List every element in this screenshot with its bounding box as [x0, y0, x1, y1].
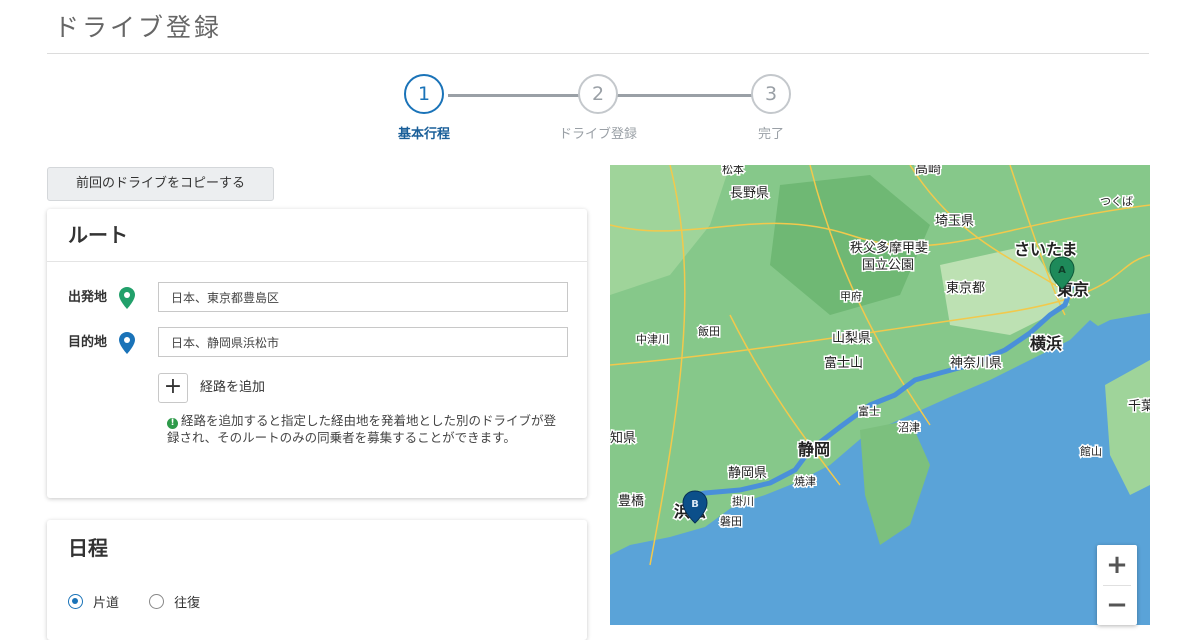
step-2: 2 ドライブ登録 — [548, 74, 648, 142]
map-label-national-park: 国立公園 — [862, 258, 914, 273]
map-label-saitama: さいたま — [1014, 240, 1078, 259]
origin-label: 出発地 — [68, 290, 108, 305]
step-1-number: 1 — [404, 74, 444, 114]
step-1: 1 基本行程 — [374, 74, 474, 142]
map-label-fujisan: 富士山 — [824, 355, 863, 371]
destination-row: 目的地 — [47, 327, 587, 359]
map-label-fuji: 富士 — [858, 404, 880, 418]
map-label-kanagawa: 神奈川県 — [950, 356, 1002, 371]
one-way-label[interactable]: 片道 — [93, 592, 119, 611]
trip-type-radio-group: 片道 往復 — [68, 592, 226, 611]
step-2-number: 2 — [578, 74, 618, 114]
route-title: ルート — [47, 209, 587, 262]
zoom-in-button[interactable]: + — [1097, 545, 1137, 585]
title-divider — [47, 53, 1149, 54]
map-label-kakegawa: 掛川 — [732, 494, 754, 508]
marker-b-label: B — [691, 499, 699, 510]
map-label-yokohama: 横浜 — [1030, 334, 1062, 353]
info-icon: ! — [167, 418, 178, 429]
step-3-label: 完了 — [757, 127, 784, 142]
map-label-nagano: 長野県 — [730, 186, 769, 201]
map-label-shizuoka-pref: 静岡県 — [728, 466, 767, 481]
step-3: 3 完了 — [721, 74, 821, 142]
map-label-saitama-pref: 埼玉県 — [935, 214, 974, 229]
map-label-yaizu: 焼津 — [794, 475, 816, 488]
map-label-tsukuba: つくば — [1100, 195, 1133, 208]
route-map[interactable]: 松本 高崎 長野県 埼玉県 つくば さいたま 秩父多摩甲斐 国立公園 東京都 東… — [610, 165, 1150, 625]
map-label-tokyo-to: 東京都 — [946, 280, 985, 296]
map-label-numazu: 沼津 — [898, 420, 920, 434]
zoom-out-button[interactable]: − — [1097, 585, 1137, 625]
map-label-matsumoto: 松本 — [722, 165, 744, 176]
origin-pin-icon — [119, 287, 135, 309]
step-1-label: 基本行程 — [397, 127, 450, 142]
map-label-shizuoka: 静岡 — [798, 440, 830, 459]
marker-a-label: A — [1058, 265, 1066, 276]
map-label-iwata: 磐田 — [720, 514, 742, 528]
map-label-kofu: 甲府 — [840, 289, 862, 303]
add-waypoint-label[interactable]: 経路を追加 — [200, 373, 400, 403]
map-label-takasaki: 高崎 — [915, 165, 941, 177]
page-title: ドライブ登録 — [54, 13, 223, 42]
schedule-card: 日程 片道 往復 — [47, 520, 587, 640]
map-canvas[interactable]: 松本 高崎 長野県 埼玉県 つくば さいたま 秩父多摩甲斐 国立公園 東京都 東… — [610, 165, 1150, 625]
map-label-tateyama: 館山 — [1080, 444, 1102, 458]
one-way-radio[interactable] — [68, 594, 83, 609]
copy-previous-drive-button[interactable]: 前回のドライブをコピーする — [47, 167, 274, 201]
step-2-label: ドライブ登録 — [558, 127, 637, 142]
map-label-nakatsugawa: 中津川 — [636, 333, 669, 346]
round-trip-label[interactable]: 往復 — [174, 592, 200, 611]
map-label-toyohashi: 豊橋 — [618, 494, 644, 509]
map-zoom-control: + − — [1097, 545, 1137, 625]
waypoint-note: ! 経路を追加すると指定した経由地を発着地とした別のドライブが登録され、そのルート… — [167, 412, 567, 446]
step-3-number: 3 — [751, 74, 791, 114]
waypoint-note-text: 経路を追加すると指定した経由地を発着地とした別のドライブが登録され、そのルートの… — [167, 413, 557, 445]
round-trip-radio[interactable] — [149, 594, 165, 609]
route-card: ルート 出発地 目的地 + 経路を追加 !経路を追加すると指定した経由地を発着地… — [47, 209, 587, 498]
progress-stepper: 1 基本行程 2 ドライブ登録 3 完了 — [380, 74, 820, 144]
map-label-iida: 飯田 — [698, 324, 720, 338]
map-label-chiba: 千葉 — [1128, 399, 1150, 414]
destination-pin-icon — [119, 332, 135, 354]
destination-label: 目的地 — [68, 335, 108, 350]
map-label-yamanashi: 山梨県 — [832, 331, 871, 346]
destination-input[interactable] — [158, 327, 568, 357]
add-waypoint-button[interactable]: + — [158, 373, 188, 403]
origin-input[interactable] — [158, 282, 568, 312]
map-label-aichi: 知県 — [610, 430, 636, 446]
schedule-title: 日程 — [68, 536, 108, 560]
origin-row: 出発地 — [47, 282, 587, 314]
map-label-chichibu: 秩父多摩甲斐 — [850, 240, 928, 256]
